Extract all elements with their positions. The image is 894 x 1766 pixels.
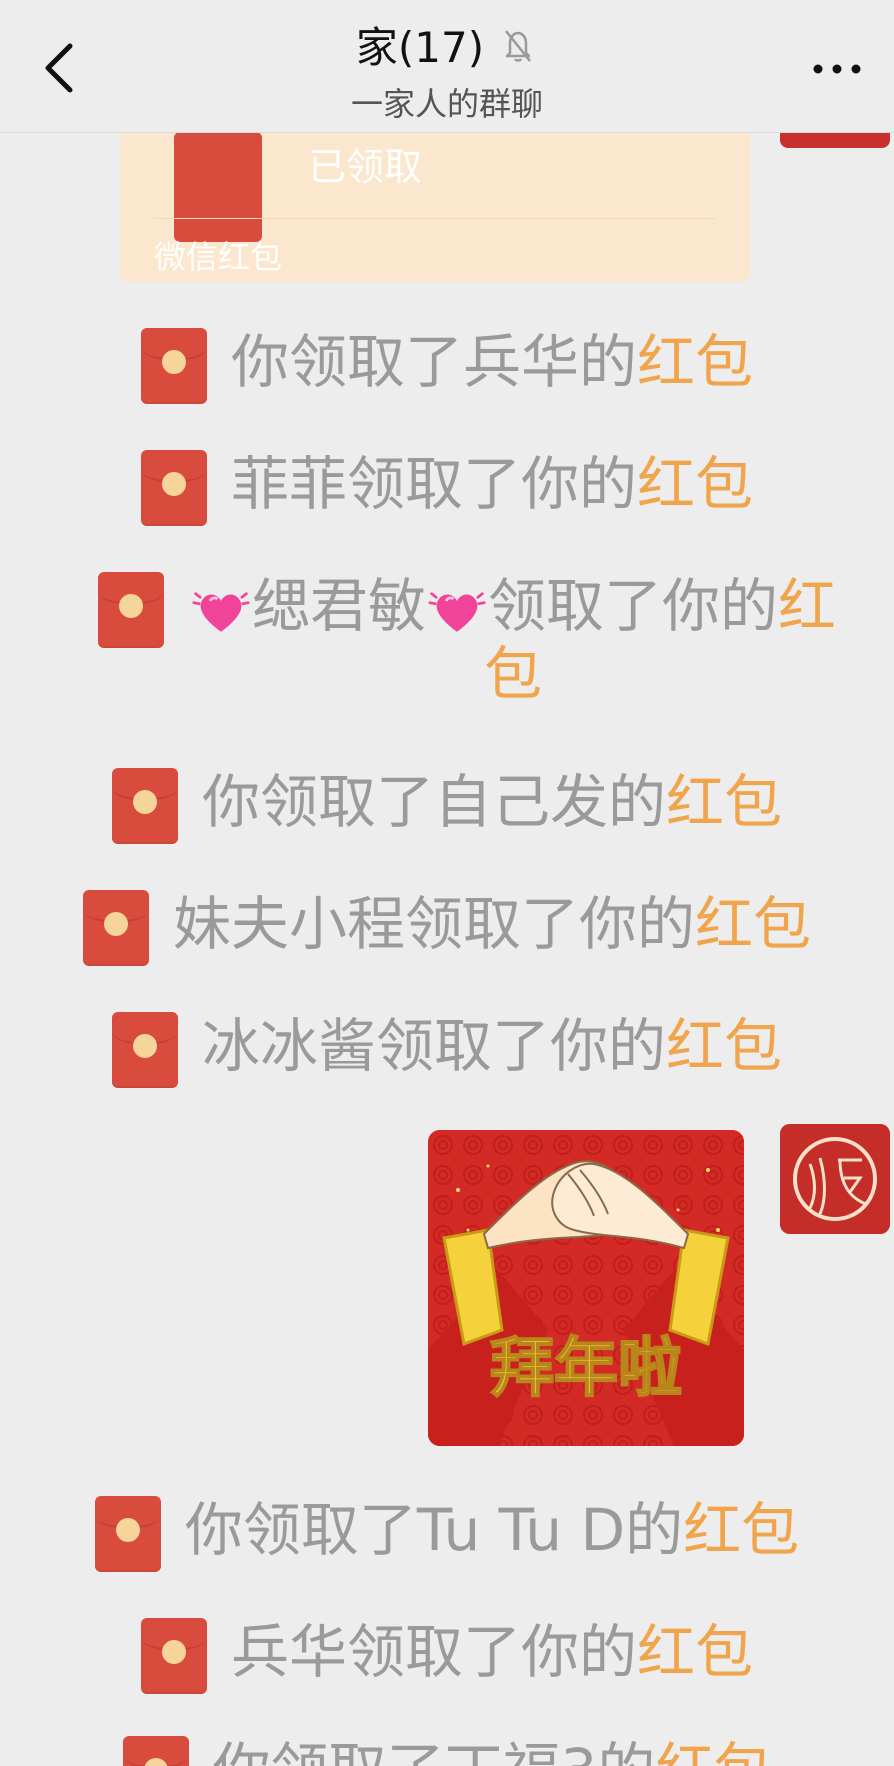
red-envelope-icon: [111, 768, 178, 844]
system-message-text: 你领取了兵华的: [230, 328, 637, 396]
user-avatar[interactable]: [780, 1124, 890, 1234]
system-message: 你领取了兵华的红包: [0, 328, 894, 404]
red-envelope-icon: [140, 450, 207, 526]
bell-off-icon: [505, 29, 532, 62]
sparkling-heart-icon: [428, 592, 486, 632]
chat-header: 家(17) 一家人的群聊: [0, 0, 894, 133]
red-envelope-icon: [82, 890, 149, 966]
system-message: 妹夫小程领取了你的红包: [0, 890, 894, 966]
system-message-text: 你领取了Tu Tu D的: [184, 1496, 684, 1564]
chat-area: 已领取 微信红包 你领取了兵华的红包 菲菲领取了你的红包 缌君敏 领取了你的红包…: [0, 0, 894, 1766]
red-envelope-icon: [140, 328, 207, 404]
sender-name[interactable]: 缌君敏: [252, 572, 426, 640]
system-message-text: 菲菲领取了你的: [230, 450, 637, 518]
red-packet-link[interactable]: 红包: [637, 328, 753, 396]
sticker-caption: 拜年啦: [490, 1331, 682, 1406]
system-message-text: 你领取了自己发的: [201, 768, 666, 836]
system-message: 你领取了丁福3的红包: [0, 1736, 894, 1766]
red-packet-status: 已领取: [308, 145, 423, 189]
system-message-text: 兵华领取了你的: [230, 1618, 637, 1686]
system-message-text: 你领取了丁福3的: [213, 1736, 656, 1766]
system-message-text: 冰冰酱领取了你的: [201, 1012, 666, 1080]
red-packet-link[interactable]: 红包: [666, 1012, 782, 1080]
system-message: 你领取了自己发的红包: [0, 768, 894, 844]
system-message-text: 领取了你的: [487, 572, 778, 640]
system-message: 缌君敏 领取了你的红包: [98, 572, 838, 708]
red-envelope-icon: [122, 1736, 189, 1766]
more-dots-icon[interactable]: [810, 58, 864, 80]
red-envelope-icon: [94, 1496, 161, 1572]
system-message-text: 妹夫小程领取了你的: [172, 890, 695, 958]
red-envelope-icon: [111, 1012, 178, 1088]
title-block: 家(17) 一家人的群聊: [0, 14, 894, 125]
bainian-sticker[interactable]: 拜年啦: [428, 1130, 744, 1446]
system-message: 你领取了Tu Tu D的红包: [0, 1496, 894, 1572]
sparkling-heart-icon: [192, 592, 250, 632]
chat-subtitle: 一家人的群聊: [350, 85, 543, 123]
red-packet-link[interactable]: 红包: [637, 450, 753, 518]
red-packet-link[interactable]: 红包: [683, 1496, 799, 1564]
red-envelope-icon: [140, 1618, 207, 1694]
red-packet-link[interactable]: 红包: [637, 1618, 753, 1686]
red-packet-link[interactable]: 红包: [666, 768, 782, 836]
red-packet-icon: [174, 132, 262, 242]
divider: [154, 218, 716, 219]
red-packet-link[interactable]: 红包: [655, 1736, 771, 1766]
red-envelope-icon: [98, 572, 164, 648]
system-message: 菲菲领取了你的红包: [0, 450, 894, 526]
red-packet-link[interactable]: 红包: [695, 890, 811, 958]
system-message: 兵华领取了你的红包: [0, 1618, 894, 1694]
red-packet-footer: 微信红包: [154, 238, 283, 276]
bainian-sticker-image: 拜年啦: [428, 1130, 744, 1446]
seal-avatar-icon: [780, 1124, 890, 1234]
system-message: 冰冰酱领取了你的红包: [0, 1012, 894, 1088]
chat-title: 家(17): [355, 23, 485, 72]
